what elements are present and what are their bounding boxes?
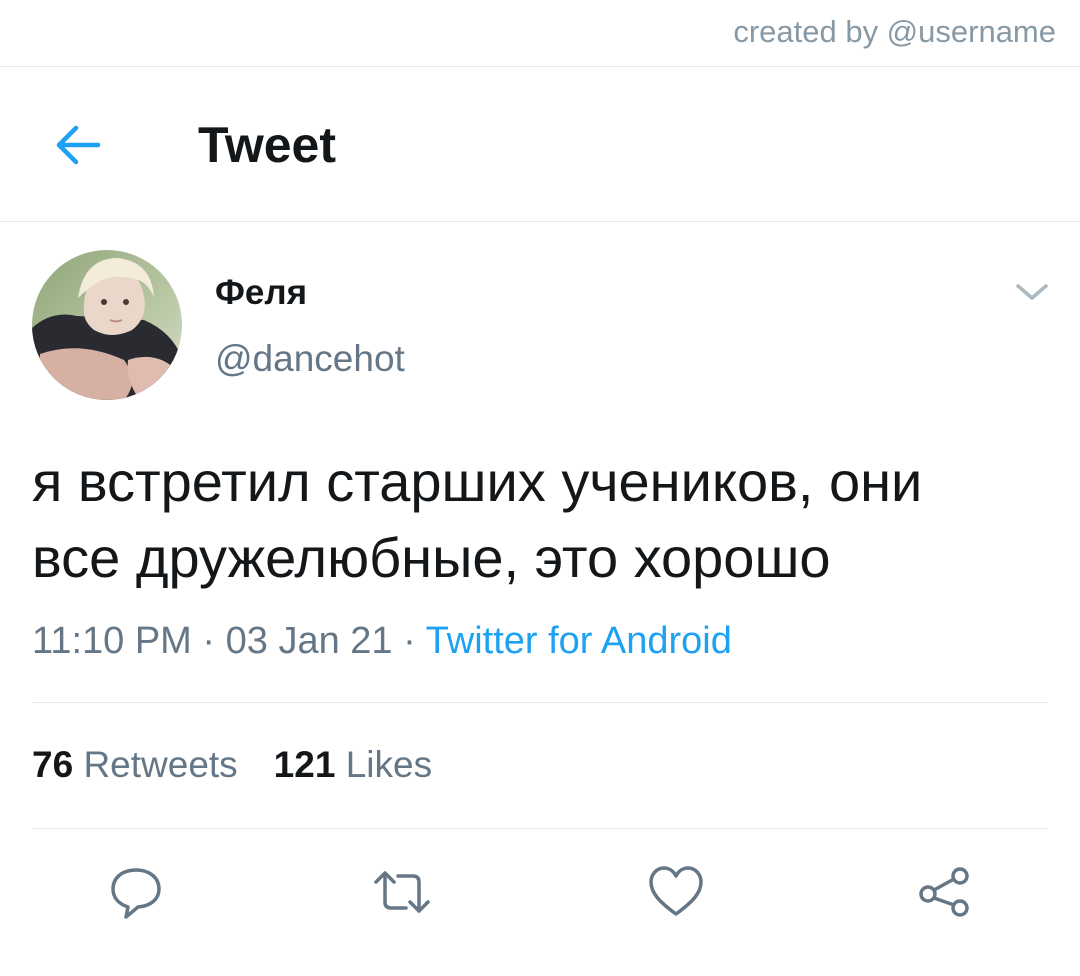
stats-divider: [32, 828, 1048, 829]
retweet-icon: [374, 871, 430, 913]
more-options-button[interactable]: [1012, 278, 1052, 306]
tweet-text-line: я встретил старших учеников, они: [32, 450, 923, 513]
reply-icon: [111, 868, 161, 919]
tweet-header: Tweet: [0, 67, 1080, 221]
like-icon: [649, 866, 703, 916]
retweet-button[interactable]: [372, 862, 432, 922]
author-handle[interactable]: @dancehot: [215, 337, 405, 381]
retweets-stat[interactable]: 76 Retweets: [32, 744, 238, 785]
share-button[interactable]: [914, 862, 974, 922]
watermark-credit: created by @username: [733, 14, 1056, 49]
likes-label: Likes: [345, 744, 433, 785]
meta-separator: ·: [191, 620, 226, 662]
page-title: Tweet: [198, 117, 336, 173]
like-button[interactable]: [646, 862, 706, 922]
tweet-date: 03 Jan 21: [225, 620, 393, 662]
likes-stat[interactable]: 121 Likes: [274, 744, 432, 785]
retweets-count: 76: [32, 744, 74, 785]
tweet-text: я встретил старших учеников, они все дру…: [32, 444, 1052, 596]
author-display-name[interactable]: Феля: [215, 272, 307, 314]
retweets-label: Retweets: [83, 744, 238, 785]
avatar[interactable]: [32, 250, 182, 400]
meta-separator: ·: [392, 620, 426, 662]
share-icon: [919, 867, 969, 917]
meta-divider: [32, 702, 1048, 703]
tweet-stats: 76 Retweets 121 Likes: [32, 740, 432, 790]
header-divider: [0, 221, 1080, 222]
tweet-time: 11:10 PM: [32, 620, 192, 662]
avatar-photo: [32, 250, 182, 400]
likes-count: 121: [273, 744, 336, 785]
tweet-source-link[interactable]: Twitter for Android: [426, 620, 732, 662]
arrow-left-icon: [56, 125, 101, 165]
back-button[interactable]: [46, 119, 108, 171]
tweet-text-line: все дружелюбные, это хорошо: [32, 526, 831, 589]
reply-button[interactable]: [106, 862, 166, 922]
tweet-meta: 11:10 PM · 03 Jan 21 · Twitter for Andro…: [32, 616, 732, 666]
chevron-down-icon: [1016, 284, 1048, 300]
